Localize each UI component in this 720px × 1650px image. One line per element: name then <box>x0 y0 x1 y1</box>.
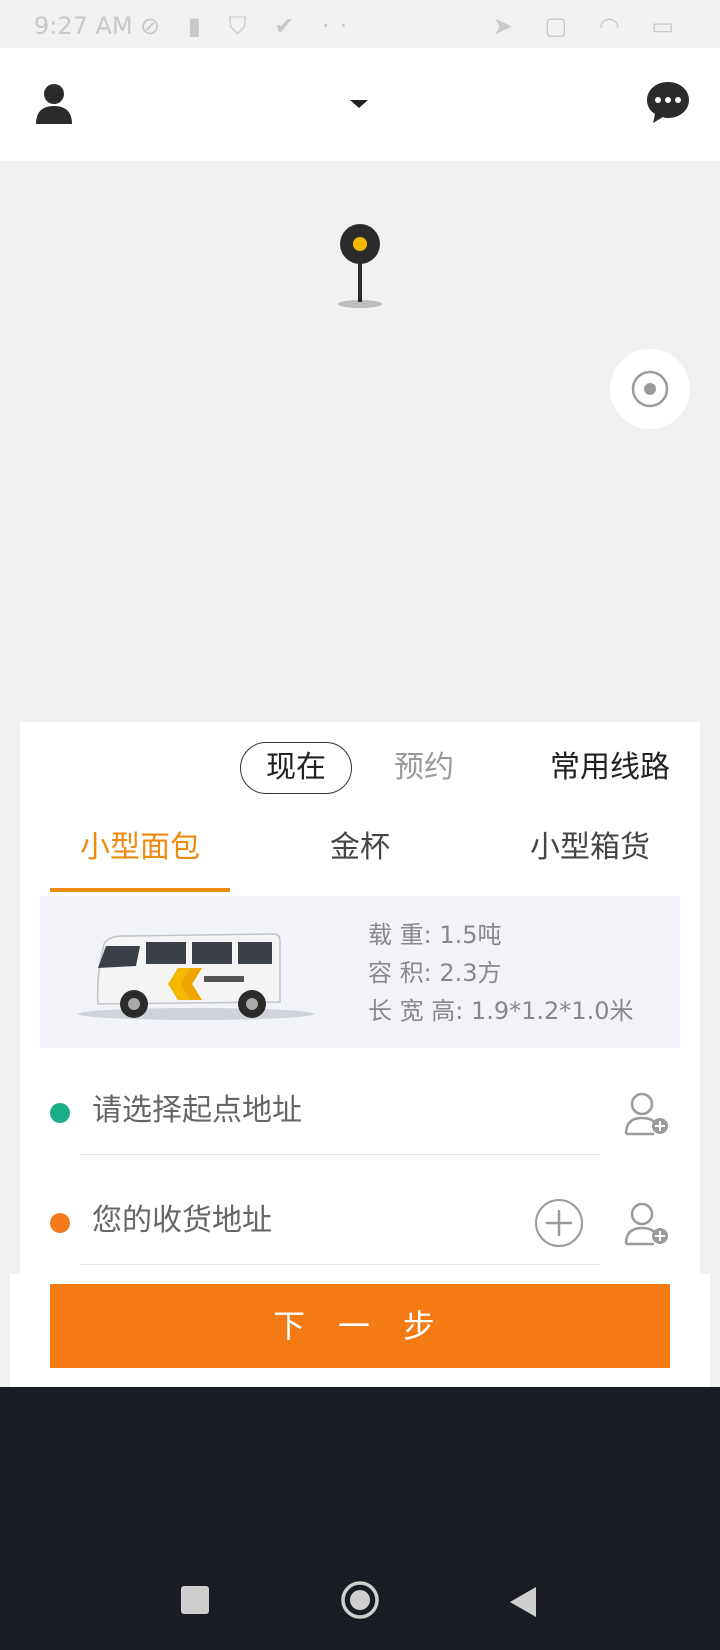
status-time: 9:27 AM <box>34 12 133 40</box>
start-address-input[interactable]: 请选择起点地址 <box>92 1088 302 1134</box>
spec-dimensions: 长 宽 高: 1.9*1.2*1.0米 <box>368 997 634 1025</box>
person-icon[interactable] <box>34 82 74 126</box>
end-address-input[interactable]: 您的收货地址 <box>92 1198 272 1244</box>
divider <box>80 1154 600 1155</box>
start-address-row[interactable]: 请选择起点地址 <box>20 1066 700 1156</box>
header <box>0 48 720 161</box>
vehicle-tabs: 小型面包 金杯 小型箱货 <box>20 826 700 892</box>
add-stop-icon[interactable] <box>534 1198 584 1248</box>
locate-icon <box>631 370 669 408</box>
next-step-button[interactable]: 下 一 步 <box>50 1284 670 1368</box>
status-bar: 9:27 AM ⊘ ▮ ⛉ ✔ ·· ➤ ▢ ◠ ▭ <box>0 0 720 48</box>
active-tab-underline <box>50 888 230 892</box>
caret-down-icon[interactable] <box>344 92 374 116</box>
tab-reserve[interactable]: 预约 <box>394 743 454 793</box>
home-icon[interactable] <box>340 1580 380 1620</box>
map-pin-icon <box>338 224 382 308</box>
tab-common-routes[interactable]: 常用线路 <box>550 743 670 793</box>
time-tabs: 现在 预约 常用线路 <box>20 742 700 796</box>
vehicle-card: 载 重: 1.5吨 容 积: 2.3方 长 宽 高: 1.9*1.2*1.0米 <box>40 896 680 1048</box>
order-panel: 现在 预约 常用线路 小型面包 金杯 小型箱货 载 重: 1.5吨 容 积: 2… <box>20 722 700 1274</box>
status-icons-right: ➤ ▢ ◠ ▭ <box>492 12 686 40</box>
van-image <box>78 933 314 1020</box>
end-address-row[interactable]: 您的收货地址 <box>20 1176 700 1266</box>
recent-apps-icon[interactable] <box>180 1585 210 1615</box>
back-icon[interactable] <box>508 1585 538 1619</box>
tab-jinbei[interactable]: 金杯 <box>270 826 450 870</box>
tab-small-box-truck[interactable]: 小型箱货 <box>490 826 690 870</box>
chat-icon[interactable] <box>644 78 692 126</box>
add-contact-icon[interactable] <box>624 1200 670 1246</box>
divider <box>80 1264 600 1265</box>
vehicle-specs: 载 重: 1.5吨 容 积: 2.3方 长 宽 高: 1.9*1.2*1.0米 <box>368 916 633 1030</box>
spec-load: 载 重: 1.5吨 <box>368 921 502 949</box>
add-contact-icon[interactable] <box>624 1090 670 1136</box>
tab-now[interactable]: 现在 <box>240 742 352 794</box>
status-icons-left: ⊘ ▮ ⛉ ✔ ·· <box>140 12 358 40</box>
spec-volume: 容 积: 2.3方 <box>368 959 502 987</box>
end-dot <box>50 1213 70 1233</box>
locate-button[interactable] <box>610 349 690 429</box>
start-dot <box>50 1103 70 1123</box>
tab-small-van[interactable]: 小型面包 <box>50 826 230 870</box>
bottom-bar: 下 一 步 <box>10 1274 710 1387</box>
